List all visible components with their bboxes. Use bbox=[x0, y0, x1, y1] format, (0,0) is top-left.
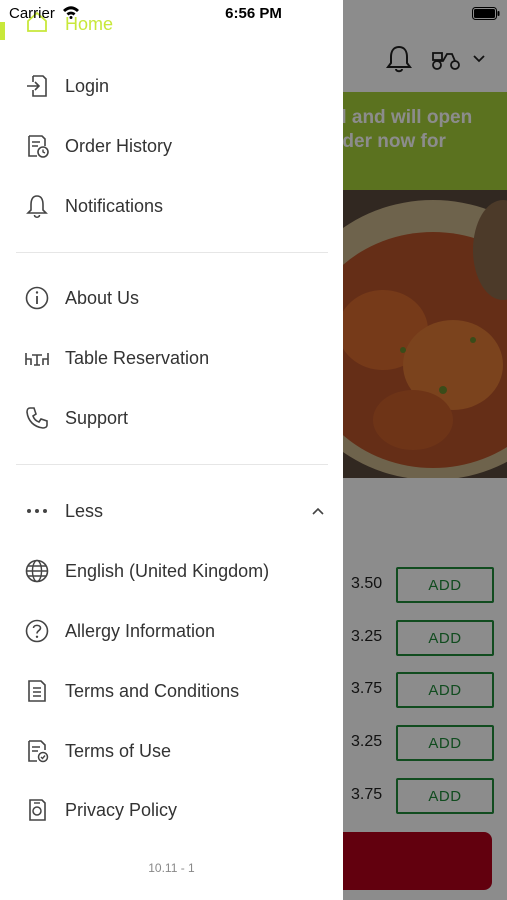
menu-label: Support bbox=[65, 407, 129, 428]
menu-label: Terms and Conditions bbox=[65, 680, 240, 701]
question-icon bbox=[24, 618, 50, 644]
document-icon bbox=[24, 678, 50, 704]
menu-label: Less bbox=[65, 500, 104, 521]
table-icon bbox=[24, 345, 50, 371]
privacy-icon bbox=[24, 797, 50, 823]
status-bar: Carrier 6:56 PM bbox=[0, 0, 507, 30]
menu-item-terms-and-conditions[interactable]: Terms and Conditions bbox=[0, 665, 343, 717]
bell-icon bbox=[24, 193, 50, 219]
side-drawer: Home Login Order History Notifications A… bbox=[0, 0, 343, 900]
menu-item-table-reservation[interactable]: Table Reservation bbox=[0, 332, 343, 384]
menu-label: About Us bbox=[65, 287, 140, 308]
menu-label: Order History bbox=[65, 135, 173, 156]
menu-label: Allergy Information bbox=[65, 620, 216, 641]
menu-label: Notifications bbox=[65, 195, 164, 216]
menu-item-language[interactable]: English (United Kingdom) bbox=[0, 545, 343, 597]
menu-item-support[interactable]: Support bbox=[0, 392, 343, 444]
menu-item-notifications[interactable]: Notifications bbox=[0, 180, 343, 232]
menu-label: Table Reservation bbox=[65, 347, 210, 368]
divider bbox=[16, 464, 328, 465]
order-history-icon bbox=[24, 133, 50, 159]
document-check-icon bbox=[24, 738, 50, 764]
info-icon bbox=[24, 285, 50, 311]
status-time: 6:56 PM bbox=[225, 5, 282, 22]
menu-item-allergy-information[interactable]: Allergy Information bbox=[0, 605, 343, 657]
phone-icon bbox=[24, 405, 50, 431]
menu-item-about-us[interactable]: About Us bbox=[0, 272, 343, 324]
app-version: 10.11 - 1 bbox=[148, 861, 195, 875]
menu-label: Terms of Use bbox=[65, 740, 172, 761]
more-dots-icon bbox=[24, 498, 50, 524]
battery-icon bbox=[472, 7, 500, 20]
menu-item-terms-of-use[interactable]: Terms of Use bbox=[0, 725, 343, 777]
login-icon bbox=[24, 73, 50, 99]
globe-icon bbox=[24, 558, 50, 584]
menu-item-less[interactable]: Less bbox=[0, 485, 343, 537]
chevron-up-icon[interactable] bbox=[310, 503, 326, 519]
menu-item-order-history[interactable]: Order History bbox=[0, 120, 343, 172]
menu-label: English (United Kingdom) bbox=[65, 560, 270, 581]
divider bbox=[16, 252, 328, 253]
menu-label: Login bbox=[65, 75, 110, 96]
menu-item-login[interactable]: Login bbox=[0, 60, 343, 112]
menu-label: Privacy Policy bbox=[65, 799, 178, 820]
menu-item-privacy-policy[interactable]: Privacy Policy bbox=[0, 784, 343, 836]
